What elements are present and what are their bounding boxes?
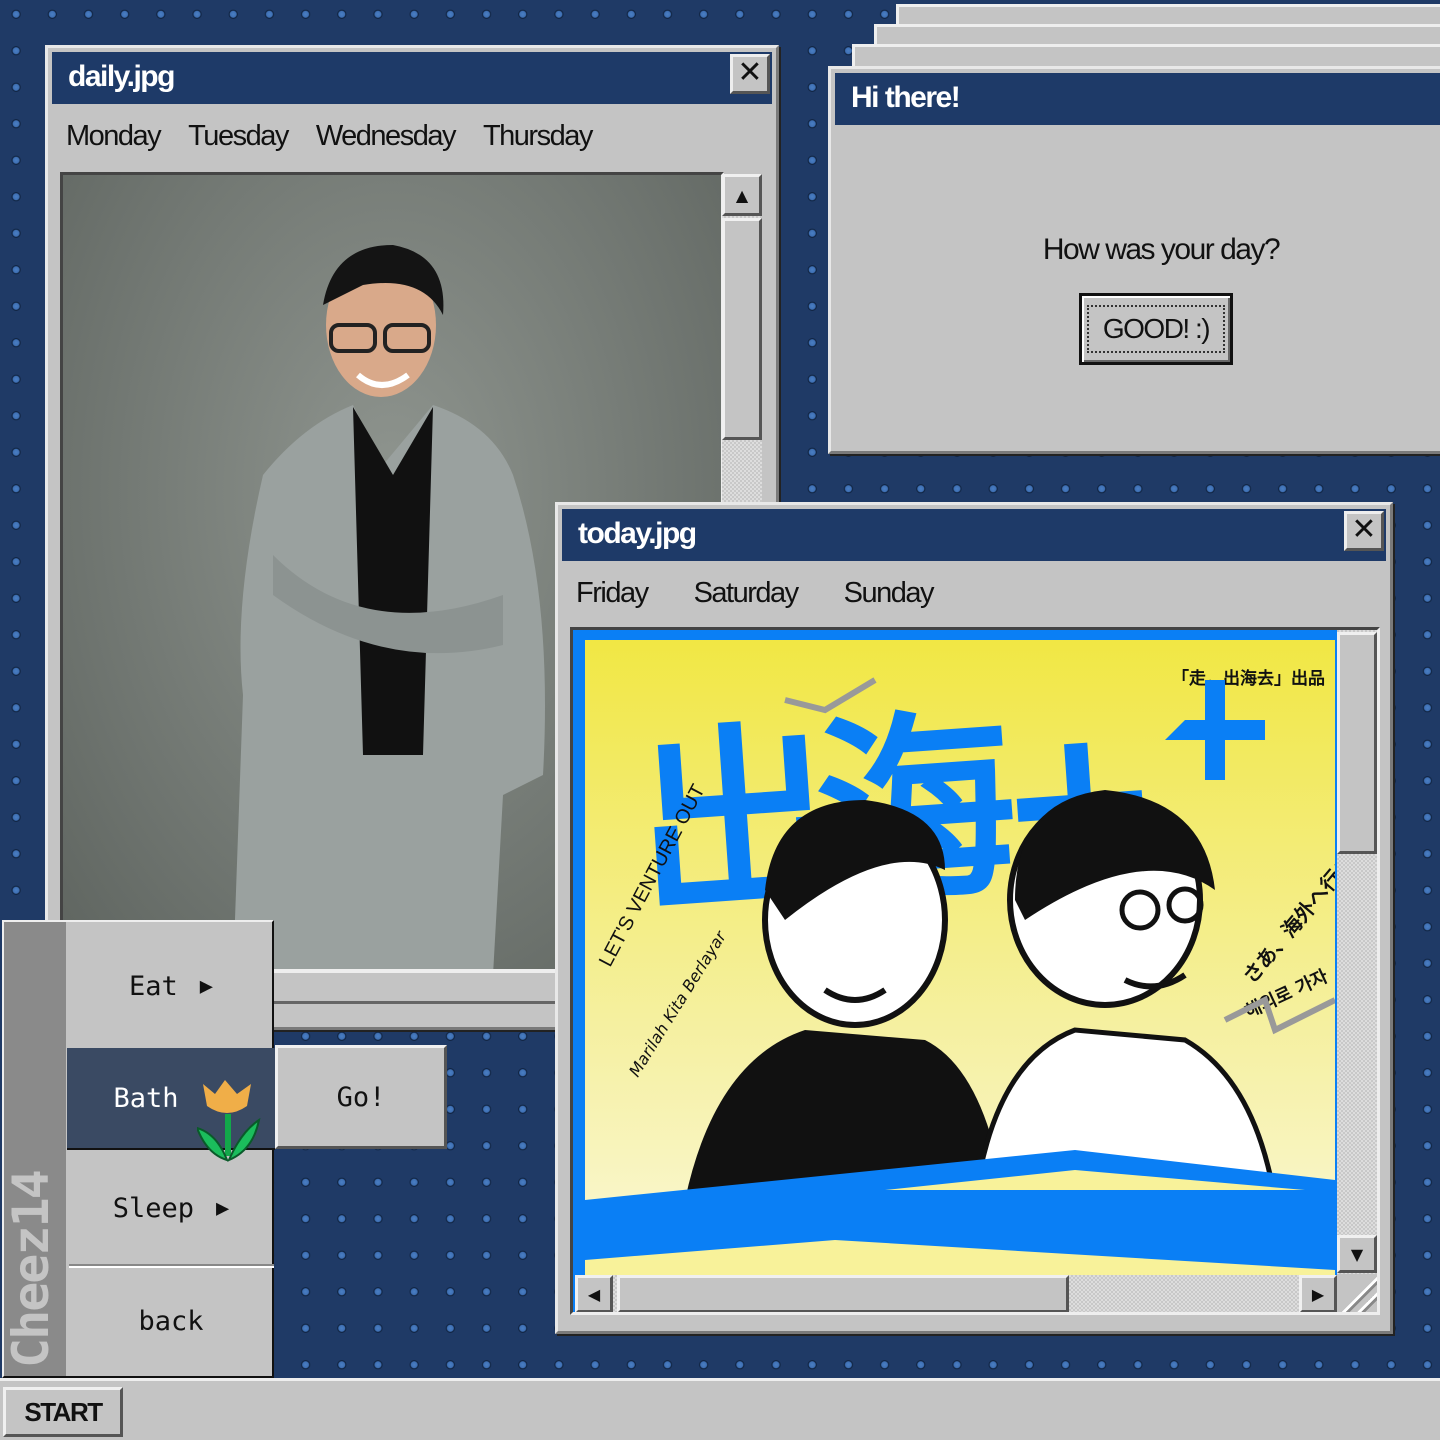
good-button-label: GOOD! :)	[1086, 305, 1226, 353]
submenu-arrow-icon: ▶	[216, 1195, 230, 1221]
menu-tuesday[interactable]: Tuesday	[188, 120, 289, 153]
menu-item-label: Eat	[128, 970, 178, 1002]
close-icon: ✕	[1351, 512, 1377, 547]
scroll-right-button[interactable]: ▶	[1299, 1275, 1337, 1312]
arrow-up-icon: ▲	[735, 185, 749, 205]
submenu-arrow-icon: ▶	[199, 973, 214, 999]
scroll-left-button[interactable]: ◀	[575, 1275, 613, 1312]
start-button-label: START	[24, 1396, 103, 1427]
scroll-thumb[interactable]	[617, 1275, 1069, 1312]
scroll-down-button[interactable]: ▼	[1337, 1235, 1377, 1273]
arrow-right-icon: ▶	[1311, 1284, 1325, 1304]
start-menu-sidebar: Cheez14	[2, 922, 66, 1376]
resize-grip-icon[interactable]	[1337, 1274, 1377, 1312]
menu-item-sleep[interactable]: Sleep ▶	[67, 1152, 275, 1264]
scroll-thumb[interactable]	[722, 218, 762, 440]
poster: 出海+ 「走，出海去」出品 LET'S VENTURE OUT Marilah …	[585, 640, 1335, 1280]
arrow-left-icon: ◀	[587, 1284, 601, 1304]
menu-wednesday[interactable]: Wednesday	[316, 120, 457, 153]
menu-item-back[interactable]: back	[67, 1268, 275, 1374]
menu-thursday[interactable]: Thursday	[483, 120, 593, 153]
vertical-scrollbar[interactable]: ▲	[722, 174, 762, 514]
poster-illustration	[585, 677, 1335, 1280]
vertical-scrollbar[interactable]: ▼	[1337, 630, 1377, 1275]
horizontal-scrollbar[interactable]: ◀ ▶	[575, 1275, 1337, 1312]
menu-sunday[interactable]: Sunday	[844, 577, 935, 610]
close-button[interactable]: ✕	[1344, 511, 1384, 551]
taskbar: START	[0, 1378, 1440, 1440]
menu-item-bath[interactable]: Bath	[67, 1048, 275, 1162]
scroll-up-button[interactable]: ▲	[722, 174, 762, 216]
daily-title: daily.jpg	[52, 52, 772, 104]
dialog-message: How was your day?	[1042, 233, 1281, 266]
close-button[interactable]: ✕	[730, 54, 770, 94]
menu-saturday[interactable]: Saturday	[694, 577, 800, 610]
scroll-thumb[interactable]	[1337, 632, 1377, 854]
menu-monday[interactable]: Monday	[66, 120, 162, 153]
menu-friday[interactable]: Friday	[576, 577, 649, 610]
go-button[interactable]: Go!	[275, 1045, 447, 1149]
close-icon: ✕	[737, 55, 763, 90]
good-button[interactable]: GOOD! :)	[1079, 293, 1233, 365]
go-button-label: Go!	[336, 1081, 386, 1113]
arrow-down-icon: ▼	[1350, 1244, 1364, 1264]
hi-there-dialog: Hi there! How was your day? GOOD! :)	[828, 66, 1440, 454]
today-window: today.jpg ✕ Friday Saturday Sunday 出海+ 「…	[555, 502, 1393, 1334]
today-menu-bar: Friday Saturday Sunday	[562, 561, 1386, 625]
menu-item-label: back	[138, 1305, 204, 1337]
start-menu: Cheez14 Eat ▶ Bath Sleep ▶ back	[2, 920, 275, 1378]
menu-item-eat[interactable]: Eat ▶	[67, 926, 275, 1046]
start-button[interactable]: START	[3, 1387, 123, 1437]
menu-item-label: Sleep	[112, 1192, 195, 1224]
menu-item-label: Bath	[113, 1082, 179, 1114]
today-image-frame: 出海+ 「走，出海去」出品 LET'S VENTURE OUT Marilah …	[570, 627, 1380, 1315]
brand-label: Cheez14	[2, 1171, 60, 1368]
dialog-title: Hi there!	[835, 73, 1440, 125]
daily-menu-bar: Monday Tuesday Wednesday Thursday	[52, 104, 772, 168]
today-title: today.jpg	[562, 509, 1386, 561]
